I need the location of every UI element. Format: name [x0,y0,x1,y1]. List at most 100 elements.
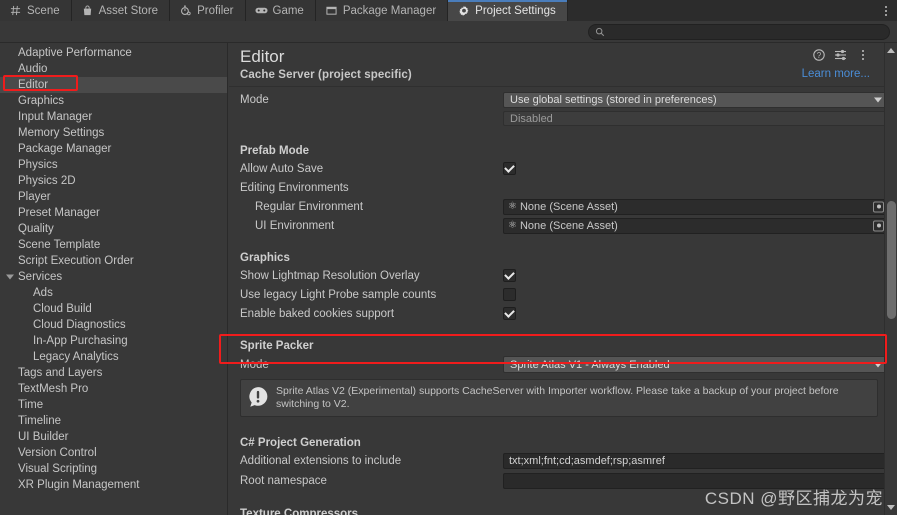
row-regular-environment: Regular Environment ⚛ None (Scene Asset) [240,197,897,216]
warning-message: Sprite Atlas V2 (Experimental) supports … [276,385,839,410]
unity-project-settings-window: Scene Asset Store Profiler Game Package … [0,0,897,515]
sidebar-item-time[interactable]: Time [0,397,227,413]
chevron-down-icon[interactable] [6,274,14,280]
sidebar-item-label: Time [18,399,44,411]
sidebar-item-editor[interactable]: Editor [0,77,227,93]
sidebar-item-graphics[interactable]: Graphics [0,93,227,109]
status-value: Disabled [510,112,553,125]
sidebar-item-label: In-App Purchasing [33,335,128,347]
legacy-light-probe-checkbox[interactable] [503,288,516,301]
section-prefab-mode-title: Prefab Mode [240,145,310,157]
sidebar-item-legacy-analytics[interactable]: Legacy Analytics [0,349,227,365]
additional-extensions-input[interactable]: txt;xml;fnt;cd;asmdef;rsp;asmref [503,453,888,469]
sidebar-item-cloud-diagnostics[interactable]: Cloud Diagnostics [0,317,227,333]
label-mode: Mode [240,93,269,106]
sidebar-item-label: UI Builder [18,431,69,443]
textfield-value: txt;xml;fnt;cd;asmdef;rsp;asmref [509,455,665,467]
row-cache-server-mode: Mode Use global settings (stored in pref… [240,90,897,109]
cache-server-mode-dropdown[interactable]: Use global settings (stored in preferenc… [503,91,888,108]
sidebar-item-ads[interactable]: Ads [0,285,227,301]
label-additional-extensions: Additional extensions to include [240,455,402,467]
sidebar-item-scene-template[interactable]: Scene Template [0,237,227,253]
tab-project-settings[interactable]: Project Settings [448,0,568,21]
scrollbar-thumb[interactable] [887,201,896,319]
triangle-up-icon[interactable] [887,48,895,53]
sidebar-item-physics[interactable]: Physics [0,157,227,173]
object-picker-icon[interactable] [873,220,884,231]
sidebar-item-audio[interactable]: Audio [0,61,227,77]
sidebar-item-script-execution-order[interactable]: Script Execution Order [0,253,227,269]
sidebar-item-input-manager[interactable]: Input Manager [0,109,227,125]
sidebar-item-preset-manager[interactable]: Preset Manager [0,205,227,221]
sidebar-item-label: Timeline [18,415,62,427]
tab-asset-store[interactable]: Asset Store [71,0,171,21]
sidebar-item-visual-scripting[interactable]: Visual Scripting [0,461,227,477]
regular-environment-object-field[interactable]: ⚛ None (Scene Asset) [503,198,888,215]
sidebar-item-label: Legacy Analytics [33,351,119,363]
search-row [0,21,897,43]
row-additional-extensions: Additional extensions to include txt;xml… [240,451,897,471]
unity-asset-icon: ⚛ [508,200,517,212]
section-csharp-project-title: C# Project Generation [240,437,361,449]
settings-detail-panel: Editor Cache Server (project specific) ? [229,43,897,515]
sidebar-item-adaptive-performance[interactable]: Adaptive Performance [0,45,227,61]
kebab-menu-icon[interactable] [875,0,897,21]
warning-icon [249,387,268,407]
search-input[interactable] [609,26,869,38]
baked-cookies-checkbox[interactable] [503,307,516,320]
sidebar-item-label: Physics 2D [18,175,76,187]
settings-rows: Mode Use global settings (stored in pref… [229,87,897,375]
row-legacy-light-probe: Use legacy Light Probe sample counts [240,285,897,304]
kebab-menu-icon[interactable] [856,48,869,61]
tab-profiler[interactable]: Profiler [170,0,246,21]
sprite-packer-mode-dropdown[interactable]: Sprite Atlas V1 - Always Enabled [503,356,888,373]
settings-category-list[interactable]: Adaptive Performance Audio Editor Graphics I… [0,43,228,515]
root-namespace-input[interactable] [503,473,888,489]
sidebar-item-player[interactable]: Player [0,189,227,205]
tab-game[interactable]: Game [245,0,316,21]
sidebar-item-memory-settings[interactable]: Memory Settings [0,125,227,141]
section-graphics-title: Graphics [240,252,290,264]
object-field-value: None (Scene Asset) [519,219,618,232]
tab-package-manager[interactable]: Package Manager [315,0,449,21]
tab-scene[interactable]: Scene [0,0,72,21]
sidebar-item-package-manager[interactable]: Package Manager [0,141,227,157]
sidebar-item-label: Input Manager [18,111,93,123]
allow-auto-save-checkbox[interactable] [503,162,516,175]
sidebar-item-physics-2d[interactable]: Physics 2D [0,173,227,189]
section-cache-server-title: Cache Server (project specific) [240,69,412,81]
sidebar-item-label: Adaptive Performance [18,47,132,59]
settings-search-box[interactable] [588,24,890,40]
sprite-packer-warning-box: Sprite Atlas V2 (Experimental) supports … [240,379,878,417]
page-title: Editor [240,47,285,66]
panel-header-icons: ? [812,48,869,61]
row-editing-environments: Editing Environments [240,178,897,197]
sidebar-item-cloud-build[interactable]: Cloud Build [0,301,227,317]
sidebar-item-in-app-purchasing[interactable]: In-App Purchasing [0,333,227,349]
object-picker-icon[interactable] [873,201,884,212]
sidebar-item-label: Ads [33,287,53,299]
label-show-lightmap-overlay: Show Lightmap Resolution Overlay [240,269,420,282]
panel-vertical-scrollbar[interactable] [884,43,897,515]
triangle-down-icon[interactable] [887,505,895,510]
sidebar-item-label: XR Plugin Management [18,479,140,491]
ui-environment-object-field[interactable]: ⚛ None (Scene Asset) [503,217,888,234]
show-lightmap-overlay-checkbox[interactable] [503,269,516,282]
label-allow-auto-save: Allow Auto Save [240,162,324,175]
sidebar-item-version-control[interactable]: Version Control [0,445,227,461]
sidebar-item-ui-builder[interactable]: UI Builder [0,429,227,445]
help-icon[interactable]: ? [812,48,825,61]
sidebar-item-tags-and-layers[interactable]: Tags and Layers [0,365,227,381]
sidebar-item-label: Version Control [18,447,97,459]
sidebar-item-timeline[interactable]: Timeline [0,413,227,429]
sidebar-item-quality[interactable]: Quality [0,221,227,237]
tab-label: Package Manager [342,4,437,17]
sidebar-item-xr-plugin-management[interactable]: XR Plugin Management [0,477,227,493]
learn-more-link[interactable]: Learn more... [802,68,870,80]
preset-icon[interactable] [834,48,847,61]
sidebar-item-textmesh-pro[interactable]: TextMesh Pro [0,381,227,397]
panel-header: Editor Cache Server (project specific) ? [229,43,897,87]
sidebar-item-services[interactable]: Services [0,269,227,285]
sidebar-item-label: Player [18,191,51,203]
sidebar-item-label: Quality [18,223,54,235]
